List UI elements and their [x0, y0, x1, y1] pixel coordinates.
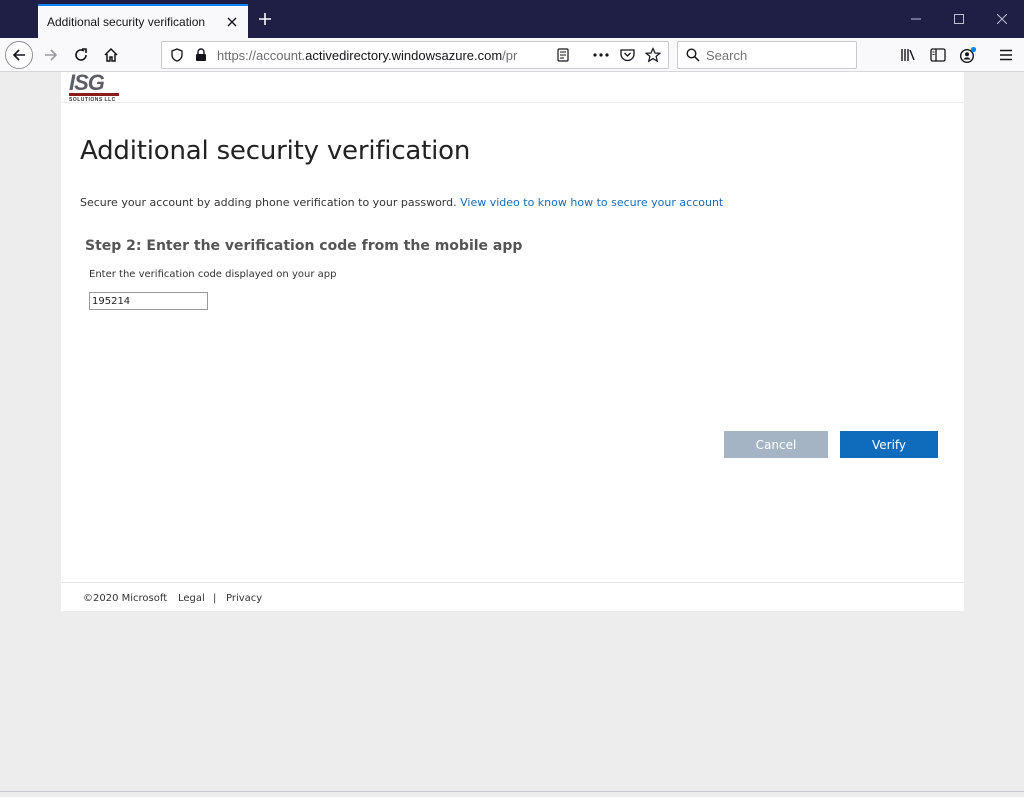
search-placeholder: Search — [706, 48, 748, 63]
page-header: ISG SOLUTIONS LLC — [61, 72, 964, 103]
reader-view-icon[interactable] — [554, 46, 572, 64]
privacy-link[interactable]: Privacy — [226, 593, 262, 604]
search-bar[interactable]: Search — [677, 41, 857, 69]
footer-separator: | — [213, 593, 217, 604]
home-icon[interactable] — [98, 42, 124, 68]
cancel-button[interactable]: Cancel — [724, 431, 828, 458]
page-footer: ©2020 Microsoft Legal | Privacy — [61, 582, 964, 612]
new-tab-plus-icon[interactable] — [254, 8, 276, 30]
shield-icon[interactable] — [168, 46, 186, 64]
company-logo: ISG SOLUTIONS LLC — [69, 72, 121, 103]
copyright-text: ©2020 Microsoft — [83, 593, 168, 604]
url-bar[interactable]: https://account.activedirectory.windowsa… — [161, 41, 669, 69]
more-actions-icon[interactable] — [592, 46, 610, 64]
minimize-icon[interactable] — [906, 9, 926, 29]
browser-tab[interactable]: Additional security verification — [38, 4, 248, 38]
verify-button[interactable]: Verify — [840, 431, 938, 458]
verification-code-input[interactable] — [89, 292, 208, 310]
url-text: https://account.activedirectory.windowsa… — [217, 47, 518, 63]
menu-hamburger-icon[interactable] — [994, 42, 1018, 68]
back-arrow-icon[interactable] — [5, 41, 33, 69]
lock-icon[interactable] — [192, 46, 210, 64]
step-heading: Step 2: Enter the verification code from… — [85, 238, 523, 254]
account-icon[interactable] — [956, 42, 980, 68]
intro-text: Secure your account by adding phone veri… — [80, 196, 724, 209]
window-bottom-border — [0, 791, 1024, 792]
page-title: Additional security verification — [80, 136, 471, 166]
bookmark-star-icon[interactable] — [644, 46, 662, 64]
legal-link[interactable]: Legal — [178, 593, 205, 604]
maximize-icon[interactable] — [949, 9, 969, 29]
library-icon[interactable] — [896, 42, 920, 68]
pocket-icon[interactable] — [618, 46, 636, 64]
search-icon — [686, 48, 700, 67]
video-help-link[interactable]: View video to know how to secure your ac… — [460, 196, 723, 209]
verification-code-label: Enter the verification code displayed on… — [89, 269, 337, 280]
sidebar-icon[interactable] — [926, 42, 950, 68]
browser-titlebar: Additional security verification — [0, 0, 1024, 38]
forward-arrow-icon[interactable] — [38, 42, 64, 68]
page-card: ISG SOLUTIONS LLC Additional security ve… — [61, 72, 964, 611]
window-close-icon[interactable] — [992, 9, 1012, 29]
close-tab-icon[interactable] — [222, 12, 242, 32]
browser-navbar: https://account.activedirectory.windowsa… — [0, 38, 1024, 72]
reload-icon[interactable] — [68, 42, 94, 68]
tab-title: Additional security verification — [47, 15, 206, 29]
